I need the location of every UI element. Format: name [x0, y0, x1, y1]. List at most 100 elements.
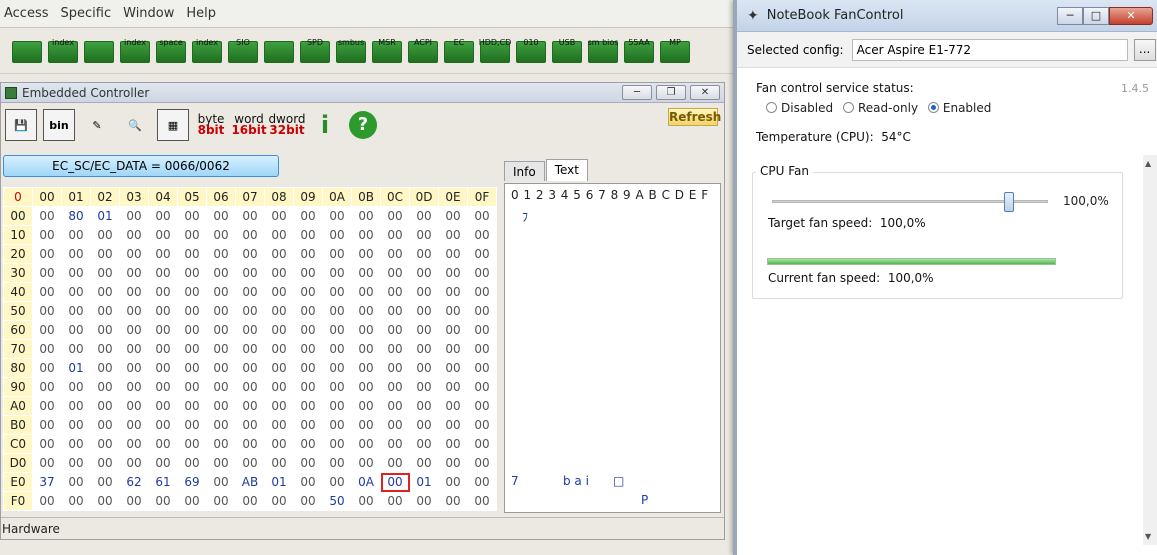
grid-cell[interactable]: 00 — [90, 225, 120, 245]
grid-cell[interactable]: 00 — [264, 491, 294, 511]
grid-cell[interactable]: 00 — [409, 434, 439, 454]
grid-cell[interactable]: 00 — [409, 377, 439, 397]
grid-cell[interactable]: 00 — [206, 396, 236, 416]
grid-cell[interactable]: 00 — [380, 472, 410, 492]
menu-window[interactable]: Window — [121, 6, 184, 21]
grid-cell[interactable]: 00 — [467, 263, 497, 283]
grid-cell[interactable]: 00 — [119, 225, 149, 245]
grid-cell[interactable]: 00 — [293, 491, 323, 511]
io-space-icon[interactable]: space — [154, 35, 188, 69]
grid-cell[interactable]: 00 — [380, 282, 410, 302]
grid-cell[interactable]: 00 — [293, 301, 323, 321]
grid-cell[interactable]: 00 — [32, 415, 62, 435]
grid-cell[interactable]: 00 — [235, 358, 265, 378]
grid-cell[interactable]: 00 — [264, 396, 294, 416]
grid-cell[interactable]: 00 — [351, 339, 381, 359]
help-icon[interactable]: ? — [347, 109, 379, 141]
grid-cell[interactable]: AB — [235, 472, 265, 492]
io-index-icon[interactable]: index — [190, 35, 224, 69]
grid-cell[interactable]: 00 — [438, 358, 468, 378]
grid-cell[interactable]: 01 — [264, 472, 294, 492]
grid-cell[interactable]: 00 — [177, 320, 207, 340]
grid-cell[interactable]: 00 — [351, 491, 381, 511]
grid-cell[interactable]: 00 — [61, 244, 91, 264]
grid-cell[interactable]: 00 — [119, 453, 149, 473]
grid-cell[interactable]: 00 — [206, 434, 236, 454]
grid-cell[interactable]: 00 — [206, 301, 236, 321]
dword-width-button[interactable]: dword 32bit — [268, 109, 305, 141]
grid-cell[interactable]: 00 — [380, 225, 410, 245]
grid-cell[interactable]: 00 — [467, 358, 497, 378]
grid-cell[interactable]: 00 — [206, 206, 236, 226]
grid-cell[interactable]: 00 — [90, 282, 120, 302]
smbus-icon[interactable]: smbus — [334, 35, 368, 69]
grid-cell[interactable]: 00 — [409, 282, 439, 302]
grid-cell[interactable]: 00 — [438, 263, 468, 283]
grid-cell[interactable]: 00 — [235, 225, 265, 245]
grid-cell[interactable]: 00 — [264, 434, 294, 454]
menu-access[interactable]: Access — [2, 6, 59, 21]
grid-cell[interactable]: 00 — [322, 263, 352, 283]
grid-cell[interactable]: 00 — [322, 434, 352, 454]
grid-cell[interactable]: 00 — [61, 396, 91, 416]
grid-cell[interactable]: 00 — [409, 206, 439, 226]
grid-cell[interactable]: 00 — [409, 396, 439, 416]
grid-cell[interactable]: 00 — [235, 320, 265, 340]
grid-cell[interactable]: 00 — [32, 377, 62, 397]
acpi-icon[interactable]: ACPI — [406, 35, 440, 69]
grid-cell[interactable]: 00 — [351, 225, 381, 245]
grid-cell[interactable]: 00 — [351, 396, 381, 416]
grid-cell[interactable]: 00 — [148, 377, 178, 397]
grid-cell[interactable]: 00 — [438, 434, 468, 454]
grid-cell[interactable]: 00 — [351, 434, 381, 454]
grid-cell[interactable]: 00 — [438, 472, 468, 492]
grid-cell[interactable]: 00 — [322, 225, 352, 245]
grid-cell[interactable]: 00 — [177, 358, 207, 378]
grid-cell[interactable]: 00 — [235, 206, 265, 226]
grid-cell[interactable]: 00 — [438, 206, 468, 226]
grid-cell[interactable]: 00 — [148, 339, 178, 359]
grid-cell[interactable]: 00 — [177, 453, 207, 473]
grid-cell[interactable]: 00 — [32, 263, 62, 283]
grid-cell[interactable]: 00 — [409, 301, 439, 321]
grid-cell[interactable]: 00 — [351, 282, 381, 302]
grid-cell[interactable]: 00 — [380, 358, 410, 378]
mp-icon[interactable]: MP — [658, 35, 692, 69]
grid-cell[interactable]: 00 — [438, 377, 468, 397]
restore-button[interactable]: ❐ — [656, 85, 686, 100]
grid-cell[interactable]: 00 — [177, 339, 207, 359]
grid-cell[interactable]: 00 — [467, 377, 497, 397]
grid-cell[interactable]: 00 — [177, 415, 207, 435]
grid-cell[interactable]: 00 — [467, 339, 497, 359]
grid-cell[interactable]: 00 — [467, 396, 497, 416]
grid-cell[interactable]: 00 — [235, 491, 265, 511]
grid-cell[interactable]: 00 — [32, 453, 62, 473]
grid-cell[interactable]: 00 — [61, 453, 91, 473]
grid-cell[interactable]: 00 — [32, 434, 62, 454]
info-icon[interactable]: i — [309, 109, 341, 141]
grid-cell[interactable]: 00 — [235, 263, 265, 283]
grid-cell[interactable]: 00 — [206, 358, 236, 378]
grid-cell[interactable]: 00 — [293, 263, 323, 283]
grid-cell[interactable]: 00 — [409, 358, 439, 378]
grid-cell[interactable]: 00 — [467, 415, 497, 435]
grid-cell[interactable]: 00 — [322, 244, 352, 264]
grid-cell[interactable]: 00 — [351, 301, 381, 321]
grid-cell[interactable]: 00 — [380, 244, 410, 264]
grid-cell[interactable]: 00 — [206, 339, 236, 359]
grid-cell[interactable]: 00 — [293, 320, 323, 340]
grid-cell[interactable]: 00 — [206, 472, 236, 492]
grid-cell[interactable]: 00 — [119, 339, 149, 359]
grid-cell[interactable]: 00 — [148, 244, 178, 264]
grid-cell[interactable]: 00 — [119, 358, 149, 378]
grid-cell[interactable]: 00 — [409, 415, 439, 435]
grid-cell[interactable]: 00 — [148, 434, 178, 454]
grid-cell[interactable]: 00 — [235, 282, 265, 302]
grid-cell[interactable]: 01 — [90, 206, 120, 226]
grid-cell[interactable]: 00 — [293, 415, 323, 435]
grid-cell[interactable]: 00 — [264, 244, 294, 264]
pci-icon[interactable] — [10, 35, 44, 69]
grid-cell[interactable]: 00 — [351, 415, 381, 435]
save-icon[interactable]: 💾 — [5, 109, 37, 141]
grid-cell[interactable]: 00 — [235, 434, 265, 454]
